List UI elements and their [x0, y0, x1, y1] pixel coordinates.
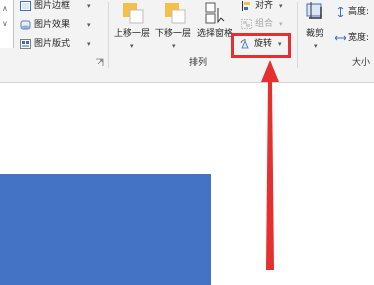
crop-icon — [306, 2, 322, 19]
group-objects-caret: ▾ — [279, 20, 283, 28]
selection-pane-icon — [205, 2, 225, 24]
picture-effects-caret: ▾ — [87, 21, 91, 29]
width-label: 宽度: — [348, 33, 370, 43]
picture-border-caret: ▾ — [87, 2, 91, 10]
picture-border-icon — [20, 1, 31, 11]
group-objects-icon — [241, 19, 252, 29]
group-objects-label: 组合 — [255, 19, 274, 29]
selection-pane-label: 选择窗格 — [197, 29, 234, 39]
red-arrow-annotation — [261, 60, 279, 270]
picture-layout-label: 图片版式 — [34, 39, 71, 49]
picture-effects-icon — [20, 20, 31, 30]
align-caret: ▾ — [279, 2, 283, 10]
picture-layout-caret: ▾ — [87, 40, 91, 48]
send-backward-label: 下移一层 — [155, 29, 192, 39]
group-separator — [297, 2, 298, 68]
bring-forward-label: 上移一层 — [114, 29, 151, 39]
picture-effects-label: 图片效果 — [34, 20, 71, 30]
group-separator — [108, 2, 109, 68]
gallery-down-icon[interactable]: ∨ — [2, 19, 8, 28]
bring-forward-button[interactable]: 上移一层 ▾ — [112, 0, 156, 52]
bring-forward-icon — [123, 3, 144, 24]
bring-forward-caret: ▾ — [130, 42, 134, 50]
send-backward-button[interactable]: 下移一层 ▾ — [154, 0, 198, 52]
picture-layout-icon — [20, 39, 31, 49]
align-icon — [242, 1, 250, 11]
crop-label: 裁剪 — [306, 29, 325, 39]
ribbon-bottom-edge — [0, 70, 374, 83]
height-icon — [337, 7, 344, 17]
picture-style-gallery-edge[interactable]: ∧ ∨ — [0, 0, 14, 48]
picture-border-label: 图片边框 — [34, 1, 71, 11]
send-backward-icon — [165, 3, 186, 24]
size-group-title: 大小 — [352, 58, 371, 68]
ribbon: ∧ ∨ 图片边框 ▾ 图片效果 ▾ 图片版式 ▾ 上移一层 ▾ 下移一层 ▾ 选… — [0, 0, 374, 70]
selected-shape[interactable] — [0, 174, 211, 285]
height-label: 高度: — [348, 7, 370, 17]
rotate-highlight-box — [231, 33, 291, 58]
width-icon — [335, 35, 346, 41]
send-backward-caret: ▾ — [172, 42, 176, 50]
gallery-up-icon[interactable]: ∧ — [2, 4, 8, 13]
align-label: 对齐 — [255, 1, 274, 11]
arrange-group-title: 排列 — [189, 58, 208, 68]
crop-button[interactable]: 裁剪 ▾ — [301, 0, 333, 52]
dialog-launcher-icon[interactable] — [95, 58, 104, 67]
crop-caret: ▾ — [314, 42, 318, 50]
